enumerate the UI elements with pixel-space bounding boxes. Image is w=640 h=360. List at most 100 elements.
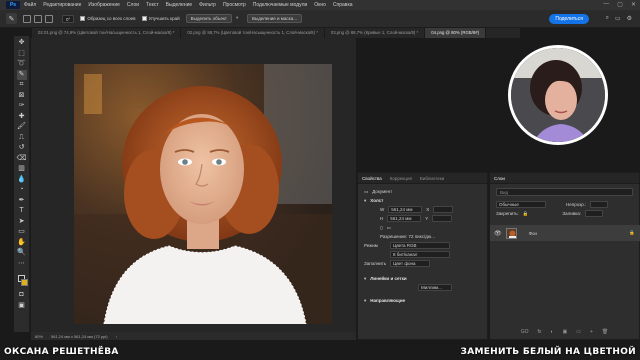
- link-layers-icon[interactable]: GO: [521, 329, 529, 337]
- menu-file[interactable]: Файл: [24, 2, 36, 8]
- more-tools-icon[interactable]: ⋯: [17, 259, 27, 270]
- crop-tool-icon[interactable]: ⌗: [17, 80, 27, 91]
- add-selection-icon[interactable]: [34, 14, 42, 23]
- tab-properties[interactable]: Свойства: [362, 176, 382, 181]
- height-field[interactable]: 561,24 мм: [387, 215, 422, 222]
- chevron-right-icon[interactable]: ›: [116, 334, 117, 339]
- quick-select-tool-icon[interactable]: ✎: [6, 13, 17, 24]
- search-icon[interactable]: ⌕: [606, 15, 609, 22]
- enhance-edge-checkbox[interactable]: [141, 16, 147, 21]
- blend-mode-select[interactable]: Обычные: [496, 201, 546, 208]
- delete-icon[interactable]: 🗑: [602, 329, 608, 337]
- eyedropper-tool-icon[interactable]: ✑: [17, 101, 27, 112]
- layer-row-background[interactable]: 👁 Фон 🔒: [490, 225, 640, 241]
- menu-image[interactable]: Изображение: [88, 2, 120, 8]
- new-layer-icon[interactable]: +: [590, 329, 593, 337]
- menu-window[interactable]: Окно: [314, 2, 326, 8]
- landscape-orientation-icon[interactable]: ▭: [386, 225, 390, 231]
- group-icon[interactable]: ▭: [576, 329, 581, 337]
- menu-view[interactable]: Просмотр: [223, 2, 246, 8]
- layer-style-icon[interactable]: fx: [538, 329, 542, 337]
- dropdown-icon[interactable]: ▾: [236, 15, 244, 23]
- marquee-tool-icon[interactable]: ⬚: [17, 49, 27, 60]
- layer-search-input[interactable]: Вид: [496, 188, 633, 196]
- depth-select[interactable]: 8 бит/канал: [390, 251, 450, 258]
- zoom-tool-icon[interactable]: 🔍: [17, 248, 27, 259]
- menu-help[interactable]: Справка: [333, 2, 353, 8]
- mode-select[interactable]: Цвета RGB: [390, 242, 450, 249]
- share-button[interactable]: Поделиться: [549, 14, 589, 24]
- menu-filter[interactable]: Фильтр: [199, 2, 216, 8]
- menu-type[interactable]: Текст: [146, 2, 159, 8]
- tab-layers[interactable]: Слои: [494, 176, 505, 181]
- settings-icon[interactable]: ⚙: [627, 15, 632, 22]
- adjustment-icon[interactable]: ◐: [550, 329, 553, 337]
- angle-field[interactable]: 0°: [62, 14, 75, 23]
- blur-tool-icon[interactable]: 💧: [17, 175, 27, 186]
- app-logo[interactable]: Ps: [6, 1, 20, 9]
- tab-libraries[interactable]: Библиотеки: [420, 176, 444, 181]
- sample-all-checkbox[interactable]: [80, 16, 86, 21]
- layer-name[interactable]: Фон: [529, 231, 537, 236]
- quick-mask-icon[interactable]: ◘: [17, 290, 27, 301]
- document-label: Документ: [372, 189, 393, 194]
- tab-02[interactable]: 02.png @ 88,7% (Цветовой тон/Насыщенност…: [181, 28, 325, 38]
- tab-03[interactable]: 03.png @ 88,7% (Кривые 1, Слой-маска/8) …: [325, 28, 426, 38]
- guides-section[interactable]: ▾ Направляющие: [358, 296, 487, 305]
- eye-icon[interactable]: 👁: [494, 230, 502, 237]
- new-selection-icon[interactable]: [23, 14, 31, 23]
- menu-select[interactable]: Выделение: [166, 2, 193, 8]
- canvas-section[interactable]: ▾ Холст: [358, 196, 487, 205]
- zoom-level[interactable]: 80%: [35, 334, 43, 339]
- y-field[interactable]: [432, 215, 453, 222]
- rulers-section[interactable]: ▾ Линейки и сетки: [358, 274, 487, 283]
- fill-select[interactable]: Цвет фона: [390, 260, 430, 267]
- minimize-icon[interactable]: —: [603, 1, 609, 8]
- brush-tool-icon[interactable]: 🖌: [17, 122, 27, 133]
- move-tool-icon[interactable]: ✥: [17, 38, 27, 49]
- eraser-tool-icon[interactable]: ⌫: [17, 154, 27, 165]
- quick-select-tool-icon[interactable]: ✎: [16, 69, 27, 80]
- menu-layers[interactable]: Слои: [127, 2, 139, 8]
- opacity-field[interactable]: [590, 201, 609, 208]
- workspace-icon[interactable]: ▭: [615, 15, 621, 22]
- gradient-tool-icon[interactable]: ▥: [17, 164, 27, 175]
- tab-adjustments[interactable]: Коррекция: [390, 176, 412, 181]
- type-tool-icon[interactable]: T: [17, 206, 27, 217]
- menu-plugins[interactable]: Подключаемые модули: [253, 2, 307, 8]
- width-row: W 561,24 мм X: [358, 205, 487, 214]
- sample-all-label: Образец со всех слоев: [87, 16, 136, 21]
- close-icon[interactable]: ✕: [631, 1, 636, 8]
- pen-tool-icon[interactable]: ✒: [17, 196, 27, 207]
- lasso-tool-icon[interactable]: ➰: [17, 59, 27, 70]
- menu-edit[interactable]: Редактирование: [43, 2, 81, 8]
- background-color-swatch[interactable]: [21, 279, 28, 286]
- tab-02-01[interactable]: 02.01.png @ 74,9% (Цветовой тон/Насыщенн…: [32, 28, 182, 38]
- dodge-tool-icon[interactable]: ◔: [17, 185, 27, 196]
- path-select-tool-icon[interactable]: ➤: [17, 217, 27, 228]
- chevron-down-icon[interactable]: ▾: [364, 276, 366, 282]
- portrait-image[interactable]: [74, 64, 332, 324]
- chevron-down-icon[interactable]: ▾: [364, 298, 366, 304]
- stamp-tool-icon[interactable]: ⎍: [17, 133, 27, 144]
- shape-tool-icon[interactable]: ▭: [17, 227, 27, 238]
- width-field[interactable]: 561,24 мм: [388, 206, 423, 213]
- select-and-mask-button[interactable]: Выделение и маска...: [246, 14, 302, 23]
- subtract-selection-icon[interactable]: [45, 14, 53, 23]
- lock-icon[interactable]: 🔒: [523, 211, 529, 217]
- layer-mode-row: Обычные Непрозр.:: [490, 200, 639, 209]
- healing-tool-icon[interactable]: ✚: [17, 112, 27, 123]
- select-subject-button[interactable]: Выделить объект: [185, 14, 232, 23]
- mask-icon[interactable]: ▣: [562, 329, 567, 337]
- chevron-down-icon[interactable]: ▾: [364, 198, 366, 204]
- maximize-icon[interactable]: ▢: [617, 1, 623, 8]
- history-brush-tool-icon[interactable]: ↺: [17, 143, 27, 154]
- tab-04[interactable]: 04.png @ 80% (RGB/8#): [425, 28, 487, 38]
- screen-mode-icon[interactable]: ▣: [17, 301, 27, 312]
- x-field[interactable]: [433, 206, 454, 213]
- rulers-unit-select[interactable]: Миллим...: [418, 284, 452, 291]
- hand-tool-icon[interactable]: ✋: [17, 238, 27, 249]
- fill-field[interactable]: [585, 210, 603, 217]
- frame-tool-icon[interactable]: ⊠: [17, 91, 27, 102]
- portrait-orientation-icon[interactable]: ▯: [380, 225, 382, 231]
